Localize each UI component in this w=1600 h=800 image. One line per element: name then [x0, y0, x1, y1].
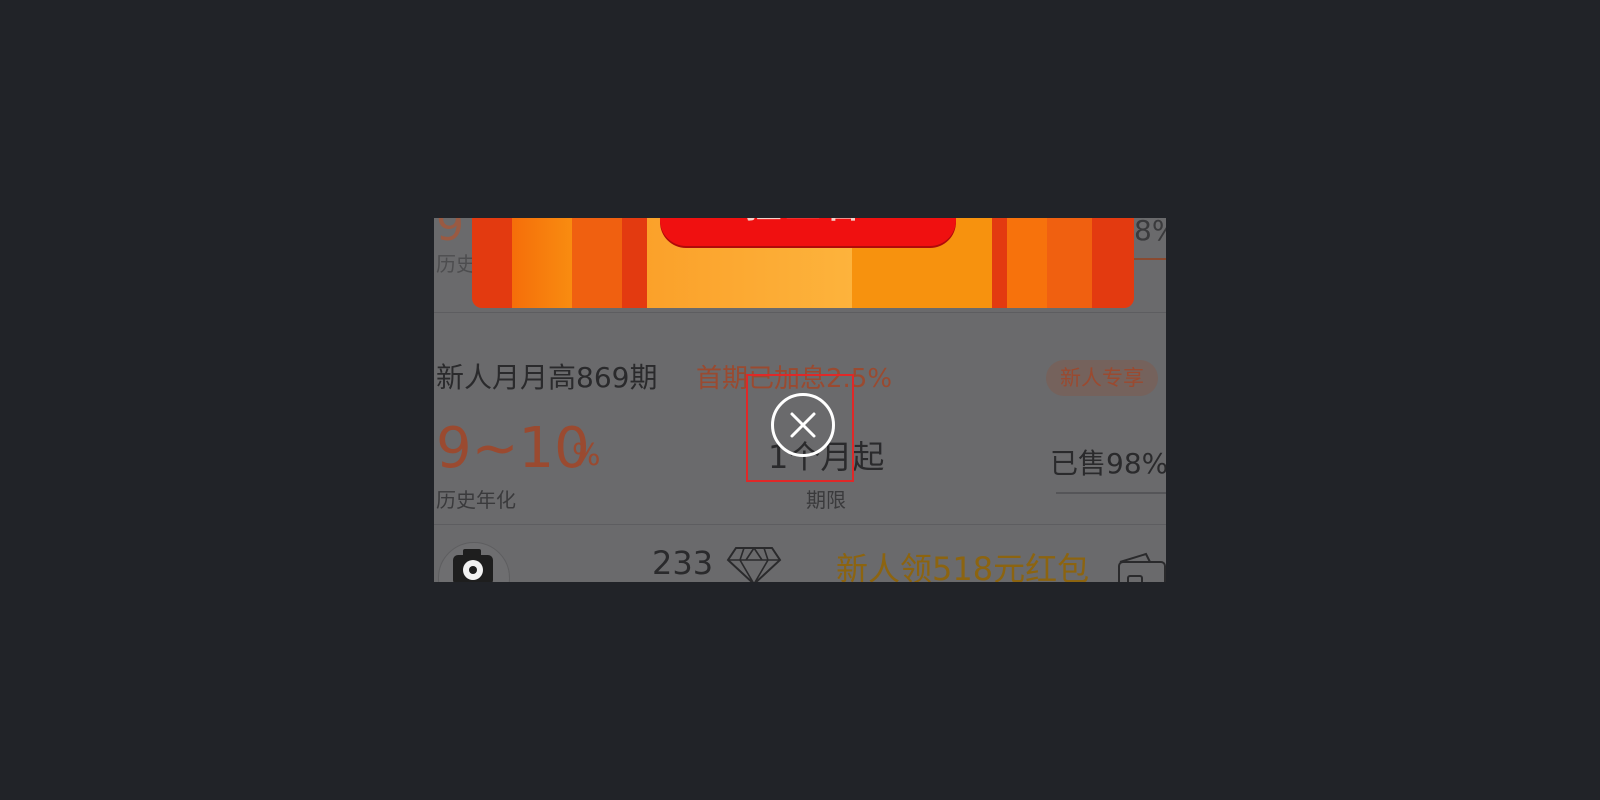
previous-sold-text: 8%	[1134, 218, 1166, 247]
new-user-tag: 新人专享	[1046, 360, 1158, 396]
banner-button-label: 拉三合	[745, 218, 865, 228]
camera-icon[interactable]	[438, 542, 510, 582]
wallet-icon[interactable]	[1116, 552, 1166, 582]
diamond-icon[interactable]	[726, 546, 782, 582]
promo-banner[interactable]: 拉三合	[472, 218, 1134, 308]
divider	[434, 312, 1166, 313]
previous-sold-progress	[1134, 258, 1166, 260]
previous-rate-label: 历史	[436, 252, 476, 276]
product-title[interactable]: 新人月月高869期	[436, 356, 657, 396]
red-packet-link[interactable]: 新人领518元红包	[836, 544, 1089, 582]
term-label: 期限	[806, 488, 846, 512]
rate-unit: %	[572, 438, 601, 473]
sold-progress-bar	[1056, 492, 1166, 494]
gem-count: 233	[652, 544, 714, 582]
previous-rate-value: 9	[436, 218, 464, 251]
divider	[434, 524, 1166, 525]
target-highlight-box	[746, 374, 854, 482]
rate-label: 历史年化	[436, 488, 516, 512]
banner-button[interactable]: 拉三合	[660, 218, 956, 246]
rate-value: 9~10	[436, 416, 590, 481]
sold-percentage: 已售98%	[1050, 447, 1166, 480]
